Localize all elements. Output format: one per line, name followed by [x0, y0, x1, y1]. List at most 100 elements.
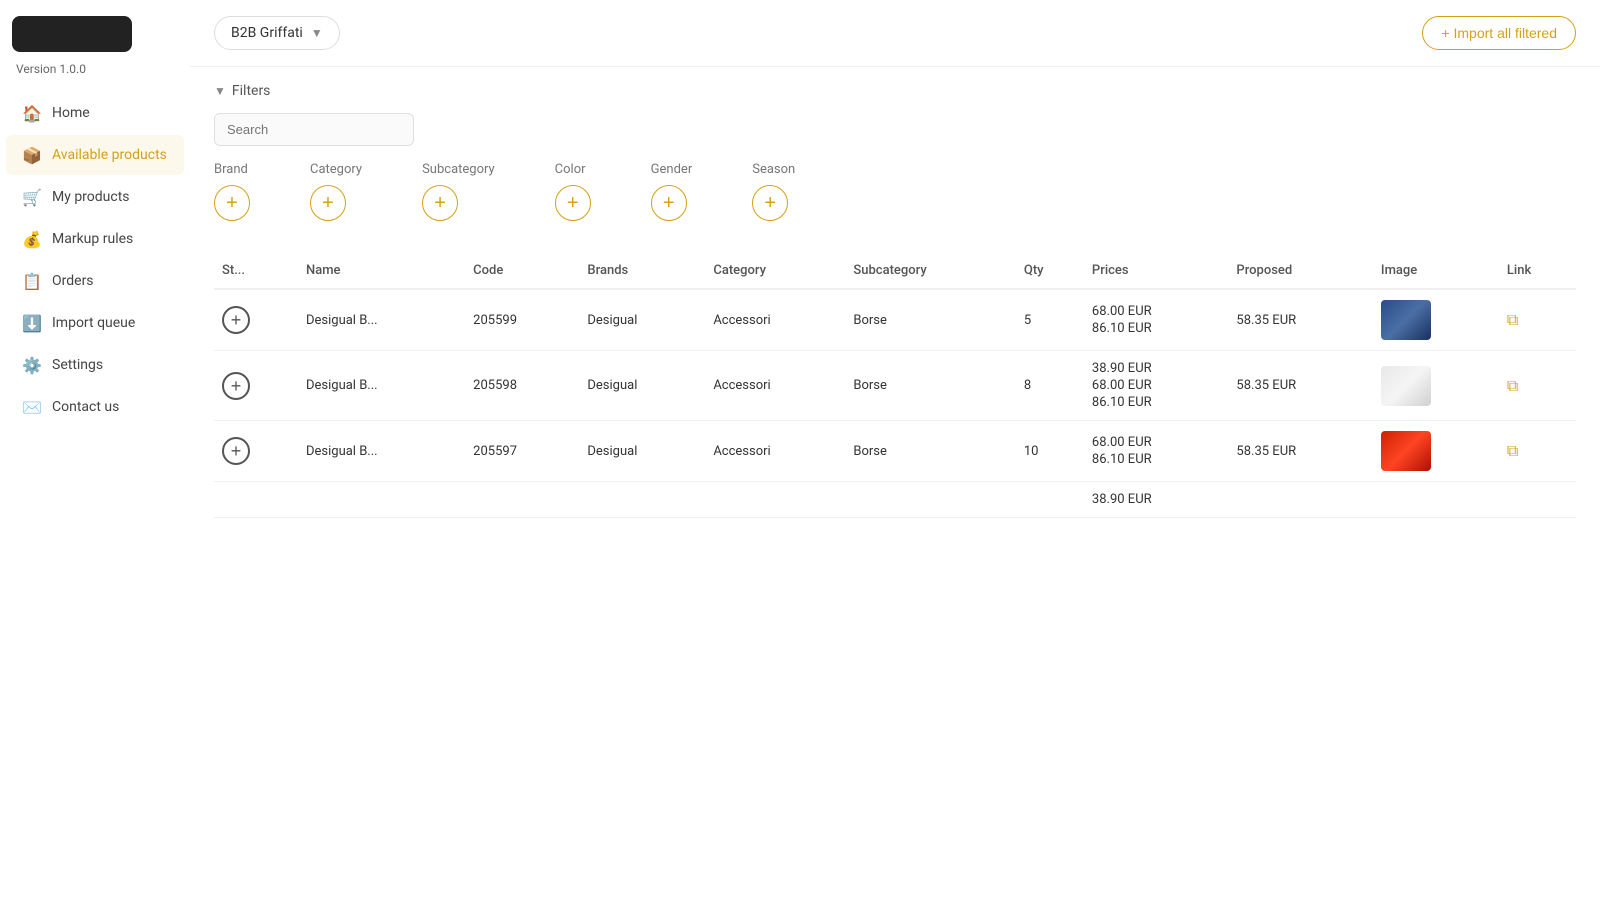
external-link-icon[interactable]: ⧉ — [1507, 310, 1518, 329]
col-subcategory: Subcategory — [845, 253, 1015, 289]
sidebar-version: Version 1.0.0 — [0, 60, 190, 92]
sidebar-item-label: Settings — [52, 357, 103, 373]
my-products-icon: 🛒 — [22, 187, 42, 207]
filter-category-add-button[interactable]: + — [310, 185, 346, 221]
sidebar-item-label: Available products — [52, 147, 167, 163]
row-name: Desigual B... — [298, 421, 465, 482]
table-row: +Desigual B...205598DesigualAccessoriBor… — [214, 351, 1576, 421]
row-prices: 38.90 EUR68.00 EUR86.10 EUR — [1084, 351, 1229, 421]
row-prices: 68.00 EUR 86.10 EUR — [1084, 421, 1229, 482]
filter-color-label: Color — [555, 162, 586, 177]
sidebar-item-my-products[interactable]: 🛒 My products — [6, 177, 184, 217]
col-qty: Qty — [1016, 253, 1084, 289]
col-image: Image — [1373, 253, 1499, 289]
price-line: 86.10 EUR — [1092, 321, 1221, 336]
store-selector[interactable]: B2B Griffati ▼ — [214, 16, 340, 50]
row-qty: 5 — [1016, 289, 1084, 351]
sidebar-item-available-products[interactable]: 📦 Available products — [6, 135, 184, 175]
import-all-filtered-button[interactable]: + Import all filtered — [1422, 16, 1576, 50]
external-link-icon[interactable]: ⧉ — [1507, 376, 1518, 395]
price-line: 86.10 EUR — [1092, 395, 1221, 410]
add-product-button[interactable]: + — [222, 437, 250, 465]
row-subcategory: Borse — [845, 289, 1015, 351]
table-row: +Desigual B...205597DesigualAccessoriBor… — [214, 421, 1576, 482]
sidebar-item-import-queue[interactable]: ⬇️ Import queue — [6, 303, 184, 343]
settings-icon: ⚙️ — [22, 355, 42, 375]
search-input[interactable] — [214, 113, 414, 146]
sidebar-item-settings[interactable]: ⚙️ Settings — [6, 345, 184, 385]
row-link: ⧉ — [1499, 289, 1576, 351]
row-add-cell — [214, 482, 298, 518]
filter-season-label: Season — [752, 162, 795, 177]
filter-row: Brand + Category + Subcategory + Color +… — [214, 162, 1576, 221]
sidebar-item-label: Home — [52, 105, 90, 121]
add-product-button[interactable]: + — [222, 306, 250, 334]
filter-brand-label: Brand — [214, 162, 248, 177]
sidebar-item-label: Contact us — [52, 399, 119, 415]
row-code: 205598 — [465, 351, 579, 421]
row-brands: Desigual — [579, 289, 705, 351]
sidebar-item-markup-rules[interactable]: 💰 Markup rules — [6, 219, 184, 259]
row-brands — [579, 482, 705, 518]
row-qty: 10 — [1016, 421, 1084, 482]
sidebar-item-home[interactable]: 🏠 Home — [6, 93, 184, 133]
col-brands: Brands — [579, 253, 705, 289]
topbar: B2B Griffati ▼ + Import all filtered — [190, 0, 1600, 67]
col-link: Link — [1499, 253, 1576, 289]
row-image — [1373, 289, 1499, 351]
table-row: + Desigual B...205599DesigualAccessoriBor… — [214, 289, 1576, 351]
row-proposed: 58.35 EUR — [1228, 289, 1373, 351]
filter-subcategory-add-button[interactable]: + — [422, 185, 458, 221]
external-link-icon[interactable]: ⧉ — [1507, 441, 1518, 460]
row-prices: 38.90 EUR — [1084, 482, 1229, 518]
filter-gender: Gender + — [651, 162, 693, 221]
sidebar-logo — [12, 16, 132, 52]
filter-brand-add-button[interactable]: + — [214, 185, 250, 221]
row-add-cell: + — [214, 421, 298, 482]
row-category: Accessori — [705, 289, 845, 351]
filter-brand: Brand + — [214, 162, 250, 221]
import-queue-icon: ⬇️ — [22, 313, 42, 333]
table-header: St... Name Code Brands Category Subcateg… — [214, 253, 1576, 289]
row-image — [1373, 482, 1499, 518]
row-subcategory: Borse — [845, 351, 1015, 421]
filter-season-add-button[interactable]: + — [752, 185, 788, 221]
row-add-cell: + — [214, 289, 298, 351]
col-name: Name — [298, 253, 465, 289]
row-subcategory — [845, 482, 1015, 518]
table-row: 38.90 EUR — [214, 482, 1576, 518]
row-subcategory: Borse — [845, 421, 1015, 482]
row-qty: 8 — [1016, 351, 1084, 421]
price-line: 38.90 EUR — [1092, 361, 1221, 376]
row-category: Accessori — [705, 421, 845, 482]
row-brands: Desigual — [579, 421, 705, 482]
price-line: 86.10 EUR — [1092, 452, 1221, 467]
filter-season: Season + — [752, 162, 795, 221]
price-line: 68.00 EUR — [1092, 435, 1221, 450]
row-proposed: 58.35 EUR — [1228, 421, 1373, 482]
col-code: Code — [465, 253, 579, 289]
filter-category-label: Category — [310, 162, 362, 177]
row-link — [1499, 482, 1576, 518]
filter-color: Color + — [555, 162, 591, 221]
row-add-cell: + — [214, 351, 298, 421]
filter-subcategory-label: Subcategory — [422, 162, 495, 177]
filter-gender-add-button[interactable]: + — [651, 185, 687, 221]
orders-icon: 📋 — [22, 271, 42, 291]
filters-toggle[interactable]: ▼ Filters — [214, 83, 1576, 99]
sidebar: Version 1.0.0 🏠 Home 📦 Available product… — [0, 0, 190, 900]
row-name: Desigual B... — [298, 289, 465, 351]
sidebar-item-label: Orders — [52, 273, 94, 289]
filter-color-add-button[interactable]: + — [555, 185, 591, 221]
sidebar-item-contact-us[interactable]: ✉️ Contact us — [6, 387, 184, 427]
chevron-down-icon: ▼ — [311, 26, 323, 40]
markup-rules-icon: 💰 — [22, 229, 42, 249]
add-product-button[interactable]: + — [222, 372, 250, 400]
product-thumbnail — [1381, 366, 1431, 406]
home-icon: 🏠 — [22, 103, 42, 123]
table-body: +Desigual B...205599DesigualAccessoriBor… — [214, 289, 1576, 518]
col-status: St... — [214, 253, 298, 289]
row-code: 205599 — [465, 289, 579, 351]
sidebar-item-orders[interactable]: 📋 Orders — [6, 261, 184, 301]
row-name — [298, 482, 465, 518]
